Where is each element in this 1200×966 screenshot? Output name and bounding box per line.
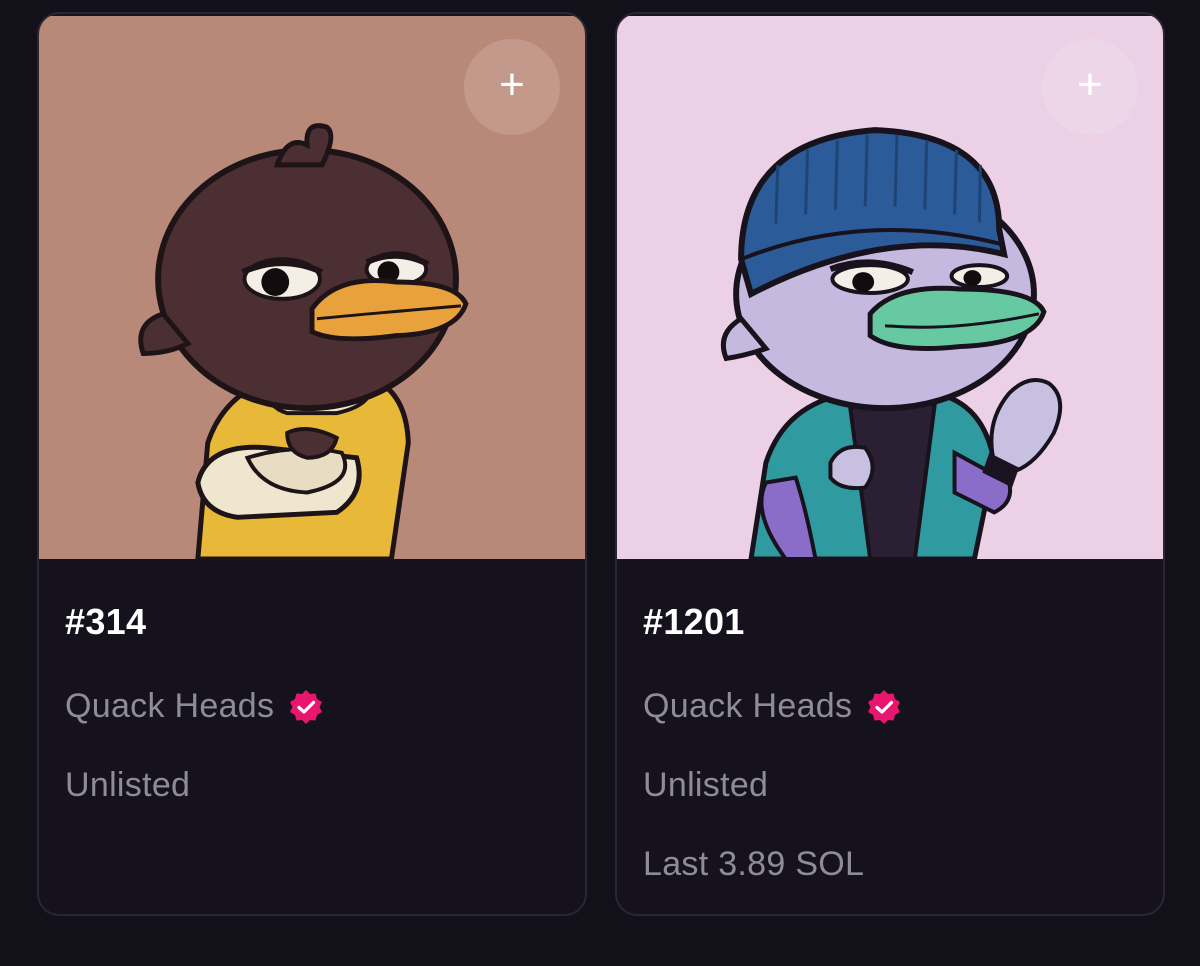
add-to-cart-button[interactable]: +	[1042, 39, 1138, 135]
nft-image[interactable]: +	[39, 14, 585, 561]
verified-badge-icon	[290, 689, 323, 724]
plus-icon: +	[499, 60, 525, 109]
nft-card-info: #314 Quack Heads Unlisted	[39, 561, 585, 805]
add-to-cart-button[interactable]: +	[464, 39, 560, 135]
listing-status: Unlisted	[643, 766, 769, 804]
last-sale-price: Last 3.89 SOL	[643, 845, 865, 883]
nft-card-info: #1201 Quack Heads Unlisted Last 3.89 SOL	[617, 561, 1163, 884]
nft-card[interactable]: + #314 Quack Heads Unlisted	[37, 12, 587, 916]
nft-image[interactable]: +	[617, 14, 1163, 561]
verified-badge-icon	[868, 689, 901, 724]
collection-name[interactable]: Quack Heads	[643, 687, 852, 726]
nft-card-grid: + #314 Quack Heads Unlisted + #1201 Quac…	[37, 12, 1165, 916]
plus-icon: +	[1077, 60, 1103, 109]
listing-status: Unlisted	[65, 766, 191, 804]
nft-title[interactable]: #1201	[643, 601, 1137, 643]
collection-name[interactable]: Quack Heads	[65, 687, 274, 726]
nft-card[interactable]: + #1201 Quack Heads Unlisted Last 3.89 S…	[615, 12, 1165, 916]
nft-title[interactable]: #314	[65, 601, 559, 643]
collection-row[interactable]: Quack Heads	[65, 687, 559, 726]
collection-row[interactable]: Quack Heads	[643, 687, 1137, 726]
